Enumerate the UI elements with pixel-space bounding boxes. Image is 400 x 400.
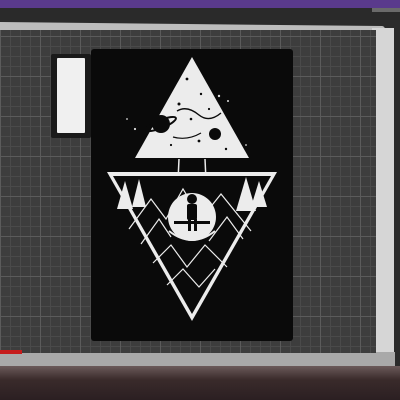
triangle-artwork-plate[interactable] <box>91 49 293 341</box>
window-title-strip <box>0 0 400 20</box>
window-handle[interactable] <box>372 8 400 12</box>
bed-base-shadow <box>0 366 400 400</box>
slicer-3d-viewport[interactable] <box>0 0 400 400</box>
small-rectangle-top-face <box>57 58 85 133</box>
origin-axis-marker <box>0 350 22 354</box>
small-rectangle-part[interactable] <box>51 54 91 138</box>
toolbar-strip <box>0 8 400 20</box>
moon-icon <box>209 128 221 140</box>
